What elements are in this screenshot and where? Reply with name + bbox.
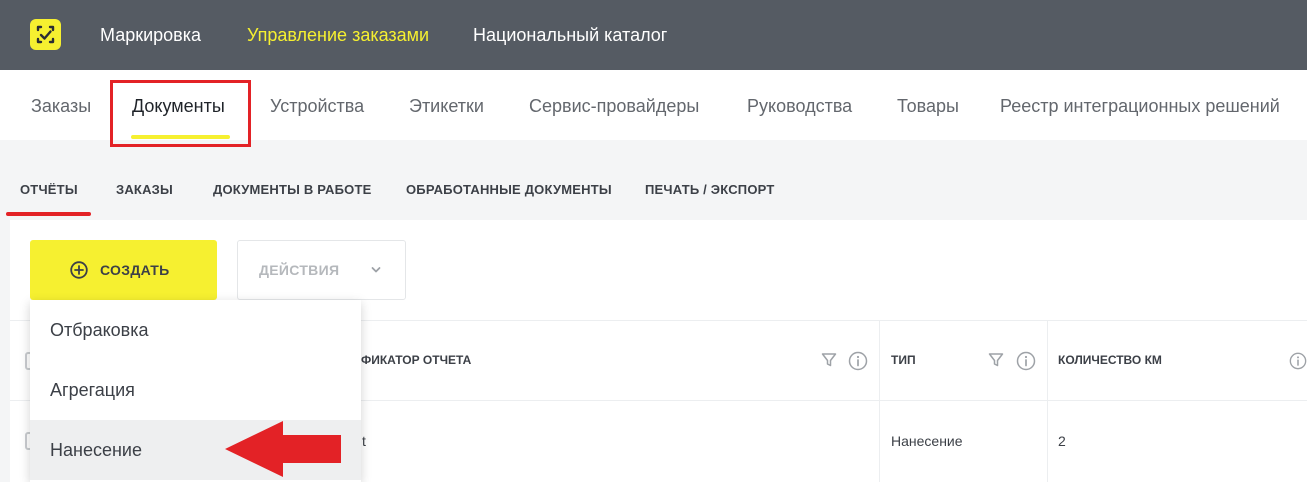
create-button[interactable]: СОЗДАТЬ xyxy=(30,240,217,300)
section-tab-service-providers[interactable]: Сервис-провайдеры xyxy=(529,96,699,117)
chevron-down-icon xyxy=(371,267,381,273)
info-icon[interactable] xyxy=(848,351,868,371)
logo-icon[interactable] xyxy=(30,19,61,50)
section-tab-orders[interactable]: Заказы xyxy=(31,96,91,117)
column-header-km-count[interactable]: КОЛИЧЕСТВО КМ xyxy=(1058,353,1162,367)
filter-icon[interactable] xyxy=(820,351,838,369)
menu-item-rejection[interactable]: Отбраковка xyxy=(30,300,361,360)
top-nav-order-management[interactable]: Управление заказами xyxy=(247,25,429,46)
section-tab-goods[interactable]: Товары xyxy=(897,96,959,117)
sub-tab-print-export[interactable]: ПЕЧАТЬ / ЭКСПОРТ xyxy=(645,182,775,197)
row-report-id[interactable]: t xyxy=(362,433,366,449)
top-bar: Маркировка Управление заказами Националь… xyxy=(0,0,1307,70)
plus-circle-icon xyxy=(70,261,88,279)
section-tab-guides[interactable]: Руководства xyxy=(747,96,852,117)
filter-icon[interactable] xyxy=(987,351,1005,369)
annotation-highlight-box xyxy=(110,80,251,147)
info-icon[interactable] xyxy=(1016,351,1036,371)
active-sub-tab-indicator xyxy=(6,212,91,216)
section-tab-integration-registry[interactable]: Реестр интеграционных решений xyxy=(1000,96,1280,117)
column-header-type[interactable]: ТИП xyxy=(891,353,916,367)
annotation-arrow-icon xyxy=(225,421,341,477)
row-km-count: 2 xyxy=(1058,433,1066,449)
top-nav-marking[interactable]: Маркировка xyxy=(100,25,201,46)
actions-dropdown-button[interactable]: ДЕЙСТВИЯ xyxy=(237,240,406,300)
sub-tab-orders[interactable]: ЗАКАЗЫ xyxy=(116,182,173,197)
column-header-report-id[interactable]: ТИФИКАТОР ОТЧЕТА xyxy=(345,353,471,367)
section-tab-devices[interactable]: Устройства xyxy=(270,96,364,117)
menu-item-label: Агрегация xyxy=(50,380,135,400)
column-divider xyxy=(879,320,880,482)
actions-button-label: ДЕЙСТВИЯ xyxy=(259,262,340,278)
section-tab-labels[interactable]: Этикетки xyxy=(409,96,484,117)
menu-item-label: Нанесение xyxy=(50,440,142,460)
menu-item-aggregation[interactable]: Агрегация xyxy=(30,360,361,420)
info-icon[interactable] xyxy=(1289,351,1307,371)
sub-tab-reports[interactable]: ОТЧЁТЫ xyxy=(20,182,78,197)
create-button-label: СОЗДАТЬ xyxy=(100,262,170,278)
sub-tab-documents-in-work[interactable]: ДОКУМЕНТЫ В РАБОТЕ xyxy=(213,182,371,197)
menu-item-label: Отбраковка xyxy=(50,320,149,340)
sub-tab-processed-documents[interactable]: ОБРАБОТАННЫЕ ДОКУМЕНТЫ xyxy=(406,182,612,197)
top-nav-national-catalog[interactable]: Национальный каталог xyxy=(473,25,667,46)
column-divider xyxy=(1047,320,1048,482)
row-type: Нанесение xyxy=(891,433,963,449)
